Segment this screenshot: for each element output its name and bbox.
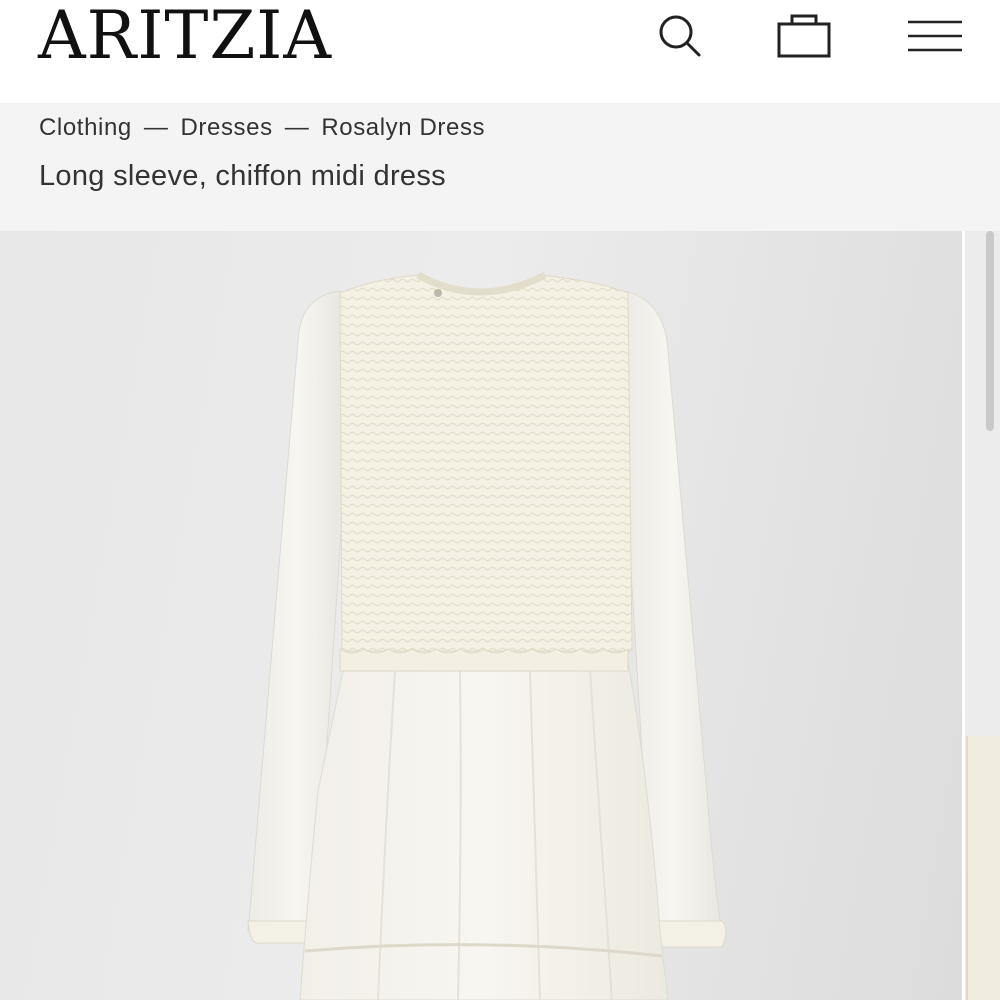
search-icon	[659, 15, 701, 57]
site-header: ARITZIA	[0, 0, 1000, 103]
breadcrumb: Clothing — Dresses — Rosalyn Dress	[39, 114, 485, 142]
shopping-bag-button[interactable]	[772, 8, 836, 64]
dress-illustration	[247, 271, 727, 1000]
search-button[interactable]	[652, 8, 708, 64]
menu-button[interactable]	[902, 14, 968, 58]
breadcrumb-item-clothing[interactable]: Clothing	[39, 114, 132, 142]
hamburger-menu-icon	[908, 20, 962, 52]
dress-product-photo[interactable]	[0, 231, 962, 1000]
shopping-bag-icon	[777, 14, 831, 58]
breadcrumb-item-current: Rosalyn Dress	[321, 114, 486, 141]
brand-logo[interactable]: ARITZIA	[38, 0, 332, 76]
product-gallery[interactable]	[0, 231, 1000, 1000]
product-subtitle: Long sleeve, chiffon midi dress	[39, 160, 446, 192]
breadcrumb-separator: —	[143, 114, 169, 141]
next-dress-preview	[966, 736, 1000, 1000]
gallery-scrollbar[interactable]	[986, 231, 994, 431]
breadcrumb-item-dresses[interactable]: Dresses	[180, 114, 272, 142]
breadcrumb-separator: —	[284, 114, 310, 141]
